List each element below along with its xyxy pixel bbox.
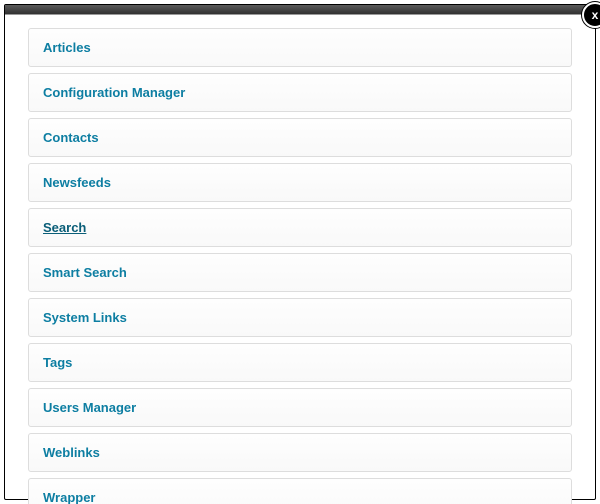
menu-item-label: Contacts <box>43 130 99 145</box>
menu-item-label: Wrapper <box>43 490 96 504</box>
menu-item-label: Newsfeeds <box>43 175 111 190</box>
menu-item-label: Weblinks <box>43 445 100 460</box>
menu-item[interactable]: Smart Search <box>28 253 572 292</box>
menu-item[interactable]: Search <box>28 208 572 247</box>
menu-item-label: Search <box>43 220 86 235</box>
menu-item[interactable]: Newsfeeds <box>28 163 572 202</box>
menu-item-label: Articles <box>43 40 91 55</box>
menu-item[interactable]: Articles <box>28 28 572 67</box>
menu-item-label: Configuration Manager <box>43 85 185 100</box>
menu-item-label: Smart Search <box>43 265 127 280</box>
menu-type-list: Articles Configuration Manager Contacts New… <box>28 28 572 484</box>
menu-item[interactable]: Wrapper <box>28 478 572 504</box>
close-icon: x <box>592 8 599 22</box>
menu-item[interactable]: System Links <box>28 298 572 337</box>
menu-item-label: Users Manager <box>43 400 136 415</box>
menu-item[interactable]: Weblinks <box>28 433 572 472</box>
menu-item[interactable]: Users Manager <box>28 388 572 427</box>
menu-item[interactable]: Tags <box>28 343 572 382</box>
modal-header-bar <box>5 5 595 14</box>
menu-item[interactable]: Contacts <box>28 118 572 157</box>
menu-item-label: System Links <box>43 310 127 325</box>
menu-item[interactable]: Configuration Manager <box>28 73 572 112</box>
menu-item-label: Tags <box>43 355 72 370</box>
